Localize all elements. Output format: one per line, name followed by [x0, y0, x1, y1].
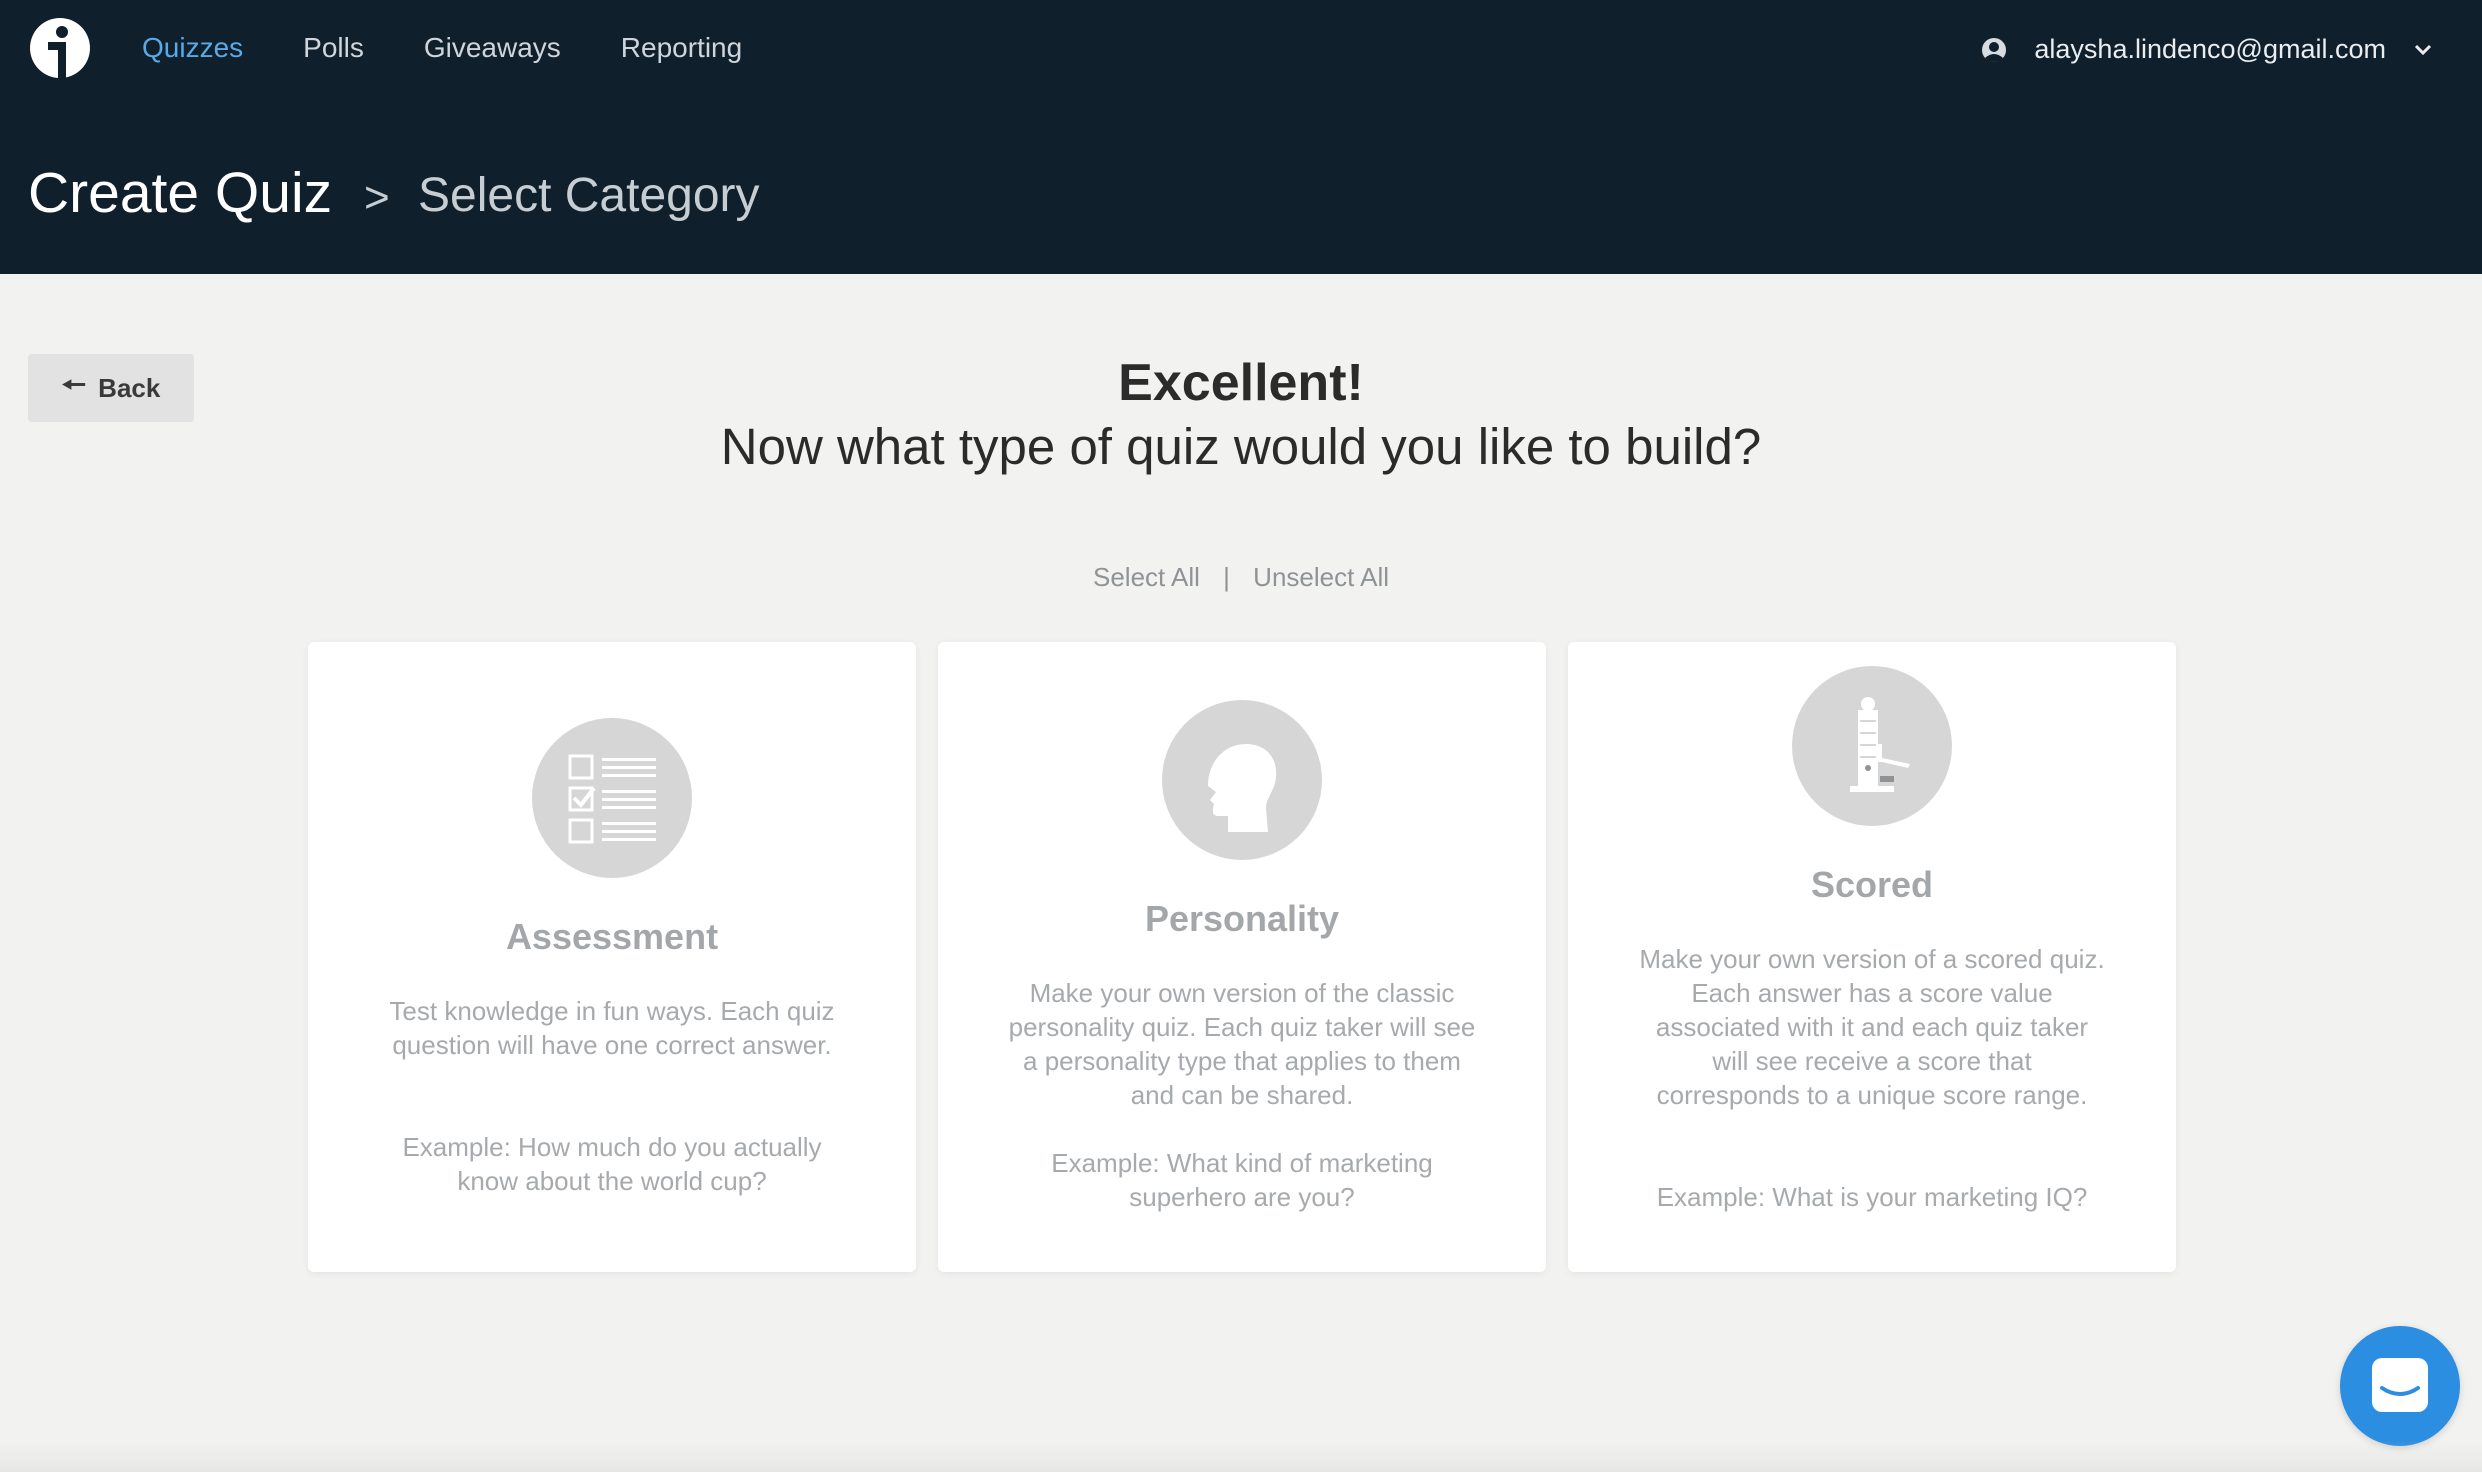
- card-example: Example: How much do you actually know a…: [402, 1132, 822, 1196]
- selection-links: Select All | Unselect All: [0, 562, 2482, 593]
- selection-divider: |: [1223, 562, 1230, 592]
- category-card-assessment[interactable]: Assessment Test knowledge in fun ways. E…: [308, 642, 916, 1272]
- app-logo-icon[interactable]: [28, 16, 92, 82]
- card-example: Example: What is your marketing IQ?: [1656, 1182, 2088, 1212]
- strength-tester-icon: [1792, 666, 1952, 826]
- nav-item-giveaways[interactable]: Giveaways: [424, 30, 561, 66]
- card-description: Test knowledge in fun ways. Each quiz qu…: [389, 996, 835, 1060]
- card-description: Make your own version of the classic per…: [1008, 978, 1476, 1110]
- nav-item-reporting[interactable]: Reporting: [621, 30, 742, 66]
- user-avatar-icon: [1982, 37, 2007, 62]
- chevron-down-icon: [2414, 44, 2432, 55]
- chat-launcher-button[interactable]: [2340, 1326, 2460, 1446]
- checklist-icon: [532, 718, 692, 878]
- nav-item-quizzes[interactable]: Quizzes: [142, 30, 243, 66]
- card-title: Personality: [1144, 898, 1340, 939]
- breadcrumb-separator: >: [364, 173, 390, 222]
- bottom-fade: [0, 1440, 2482, 1472]
- user-menu[interactable]: alaysha.lindenco@gmail.com: [1980, 34, 2432, 65]
- nav-item-polls[interactable]: Polls: [303, 30, 364, 66]
- heading-question: Now what type of quiz would you like to …: [720, 418, 1762, 475]
- breadcrumb-current: Select Category: [418, 169, 760, 222]
- card-example: Example: What kind of marketing superher…: [1051, 1148, 1433, 1212]
- top-header: Quizzes Polls Giveaways Reporting alaysh…: [0, 0, 2482, 274]
- heading-excellent: Excellent!: [1118, 354, 1364, 412]
- head-silhouette-icon: [1162, 700, 1322, 860]
- user-email: alaysha.lindenco@gmail.com: [2034, 34, 2386, 64]
- unselect-all-link[interactable]: Unselect All: [1253, 562, 1389, 592]
- select-all-link[interactable]: Select All: [1093, 562, 1200, 592]
- card-description: Make your own version of a scored quiz. …: [1639, 944, 2105, 1110]
- main-nav: Quizzes Polls Giveaways Reporting: [142, 30, 802, 66]
- page-title: Create Quiz: [28, 161, 333, 225]
- card-title: Scored: [1810, 864, 1934, 905]
- card-title: Assessment: [505, 916, 719, 957]
- category-card-scored[interactable]: Scored Make your own version of a scored…: [1568, 642, 2176, 1272]
- category-card-personality[interactable]: Personality Make your own version of the…: [938, 642, 1546, 1272]
- chat-icon: [2372, 1358, 2428, 1412]
